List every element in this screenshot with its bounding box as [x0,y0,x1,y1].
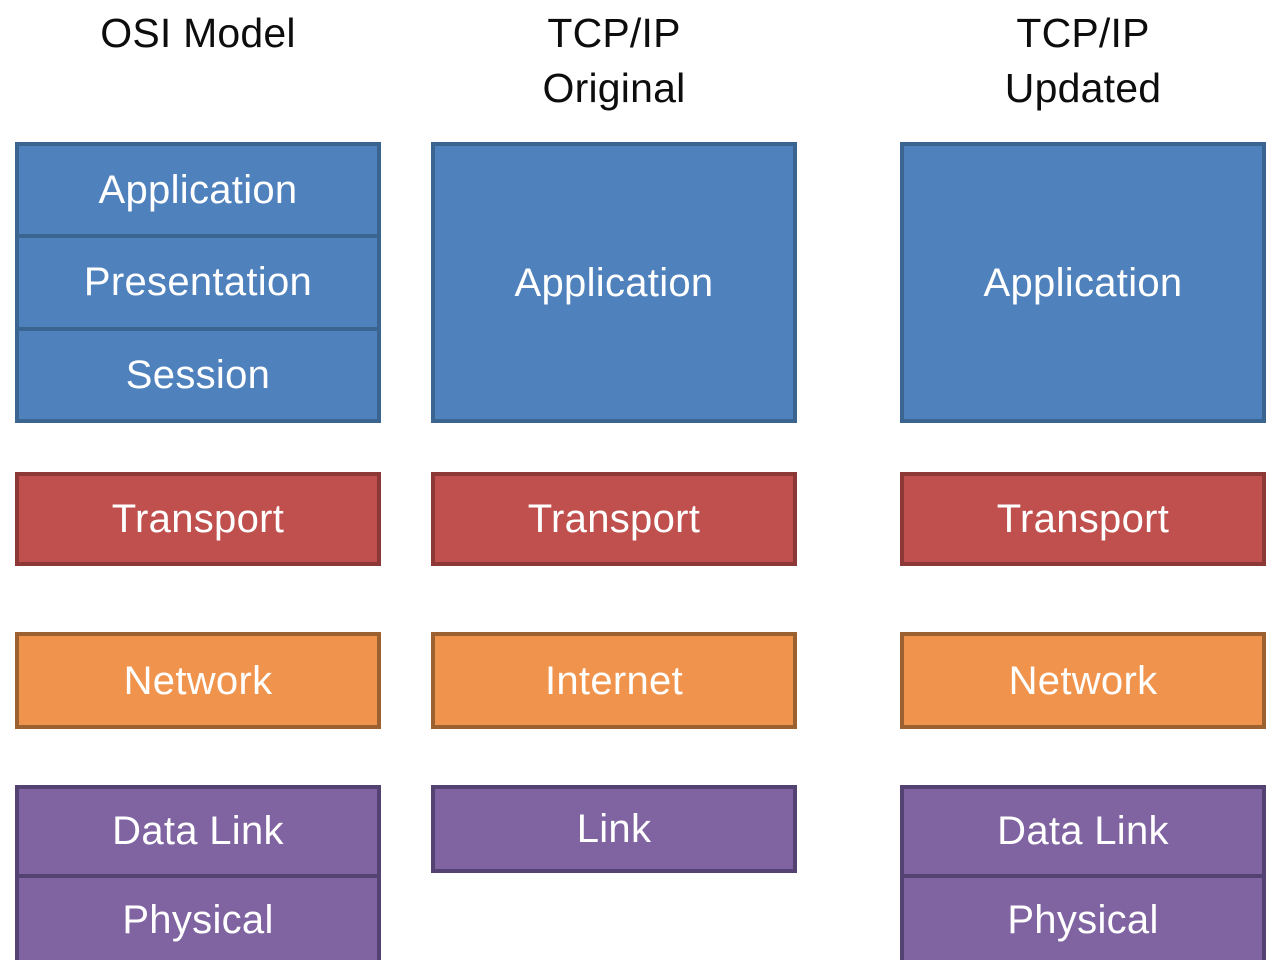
layer-box-network: Network [123,658,273,703]
layer-box-transport: Transport [996,497,1170,541]
layer-box-data-link: Data Link [112,809,284,854]
tcpip-updated-link-group: Data Link Physical [900,785,1266,960]
tcpip-original-internet-group: Internet [431,632,797,729]
layer-box-presentation: Presentation [19,234,377,326]
tcpip-original-application-group: Application [431,142,797,423]
column-header-tcpip-updated: TCP/IP Updated [1004,10,1162,111]
layer-box-link: Link [576,807,652,851]
column-header-osi: OSI Model [100,10,296,56]
osi-transport-group: Transport [15,472,381,566]
layer-box-transport: Transport [111,497,285,541]
layer-box-transport: Transport [527,497,701,541]
layer-box-physical: Physical [904,873,1262,960]
layer-box-application: Application [983,260,1183,305]
layer-box-application: Application [98,168,298,213]
layer-box-network: Network [1008,658,1158,703]
tcpip-original-transport-group: Transport [431,472,797,566]
tcpip-updated-application-group: Application [900,142,1266,423]
column-header-tcpip-original: TCP/IP Original [542,10,686,111]
tcpip-original-link-group: Link [431,785,797,873]
layer-box-application: Application [514,260,714,305]
osi-network-group: Network [15,632,381,729]
layer-box-data-link: Data Link [997,809,1169,854]
tcpip-updated-transport-group: Transport [900,472,1266,566]
osi-application-group: Application Presentation Session [15,142,381,423]
layer-box-physical: Physical [19,873,377,960]
osi-link-group: Data Link Physical [15,785,381,960]
diagram-canvas: OSI Model TCP/IP Original TCP/IP Updated… [0,0,1280,960]
layer-box-session: Session [19,326,377,419]
layer-box-internet: Internet [544,658,684,703]
tcpip-updated-network-group: Network [900,632,1266,729]
